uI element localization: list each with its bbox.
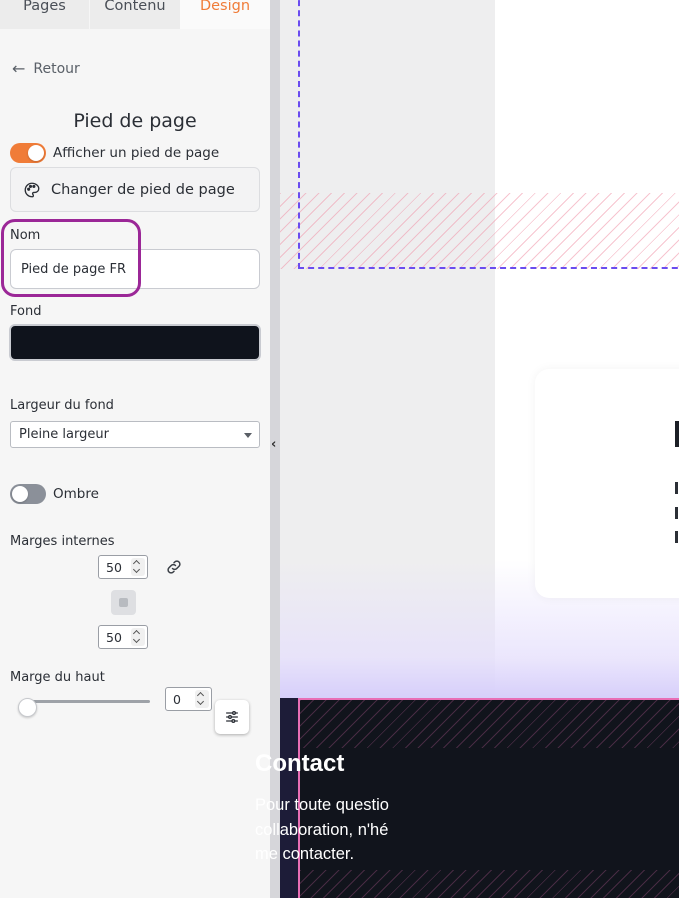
stepper-icon[interactable] bbox=[131, 628, 145, 646]
top-margin-value: 0 bbox=[173, 691, 181, 707]
top-margin-slider-thumb[interactable] bbox=[18, 698, 37, 717]
tab-contenu[interactable]: Contenu bbox=[90, 0, 180, 29]
top-margin-input[interactable]: 0 bbox=[165, 687, 212, 711]
footer-contact-text: Pour toute questio collaboration, n'hé m… bbox=[255, 796, 389, 863]
link-icon[interactable] bbox=[165, 558, 183, 576]
stepper-icon[interactable] bbox=[131, 558, 145, 576]
name-input[interactable]: Pied de page FR bbox=[10, 249, 260, 289]
show-footer-toggle[interactable] bbox=[10, 143, 46, 163]
padding-top-value: 50 bbox=[106, 559, 122, 575]
background-width-label: Largeur du fond bbox=[10, 398, 114, 413]
tab-pages-label: Pages bbox=[23, 0, 66, 14]
name-label: Nom bbox=[10, 228, 41, 243]
design-sidebar: Pages Contenu Design ← Retour Pied de pa… bbox=[0, 0, 270, 898]
arrow-left-icon: ← bbox=[12, 59, 26, 78]
change-footer-label: Changer de pied de page bbox=[51, 181, 235, 198]
card-text-glyph bbox=[675, 531, 678, 543]
padding-bottom-input[interactable]: 50 bbox=[98, 625, 148, 649]
shadow-toggle[interactable] bbox=[10, 484, 46, 504]
chevron-down-icon bbox=[244, 433, 252, 438]
back-label: Retour bbox=[33, 61, 80, 77]
footer-contact-title: Contact bbox=[255, 750, 345, 777]
stepper-icon[interactable] bbox=[195, 690, 209, 708]
card-text-glyph bbox=[675, 482, 678, 494]
padding-lock-toggle[interactable] bbox=[111, 590, 136, 615]
background-color-picker[interactable] bbox=[9, 324, 261, 361]
footer-settings-button[interactable] bbox=[215, 700, 249, 734]
card-text-glyph bbox=[675, 507, 678, 519]
shadow-label: Ombre bbox=[53, 486, 99, 502]
change-footer-button[interactable]: Changer de pied de page bbox=[10, 167, 260, 212]
footer-padding-hatch-top bbox=[300, 700, 679, 748]
tab-pages[interactable]: Pages bbox=[0, 0, 89, 29]
toggle-knob bbox=[28, 145, 44, 161]
tab-design-label: Design bbox=[199, 0, 251, 14]
top-margin-label: Marge du haut bbox=[10, 670, 105, 685]
tab-contenu-label: Contenu bbox=[104, 0, 166, 14]
sliders-icon bbox=[226, 711, 238, 723]
margin-hatch-area bbox=[280, 193, 679, 269]
padding-bottom-value: 50 bbox=[106, 629, 122, 645]
tab-design[interactable]: Design bbox=[180, 0, 270, 29]
padding-top-input[interactable]: 50 bbox=[98, 555, 148, 579]
back-link[interactable]: ← Retour bbox=[12, 59, 80, 78]
footer-padding-hatch-bottom bbox=[300, 870, 679, 898]
top-margin-slider-track[interactable] bbox=[22, 700, 150, 703]
background-width-value: Pleine largeur bbox=[19, 427, 109, 442]
preview-card[interactable] bbox=[535, 369, 679, 598]
background-width-select[interactable]: Pleine largeur bbox=[10, 421, 260, 448]
card-heading-glyph bbox=[675, 421, 679, 447]
section-title: Pied de page bbox=[73, 110, 197, 132]
palette-icon bbox=[24, 182, 40, 197]
sidebar-tabs: Pages Contenu Design bbox=[0, 0, 270, 29]
chevron-left-icon[interactable]: ‹ bbox=[271, 437, 276, 452]
padding-label: Marges internes bbox=[10, 534, 115, 549]
background-label: Fond bbox=[10, 304, 42, 319]
show-footer-label: Afficher un pied de page bbox=[53, 145, 220, 161]
toggle-knob bbox=[12, 486, 28, 502]
